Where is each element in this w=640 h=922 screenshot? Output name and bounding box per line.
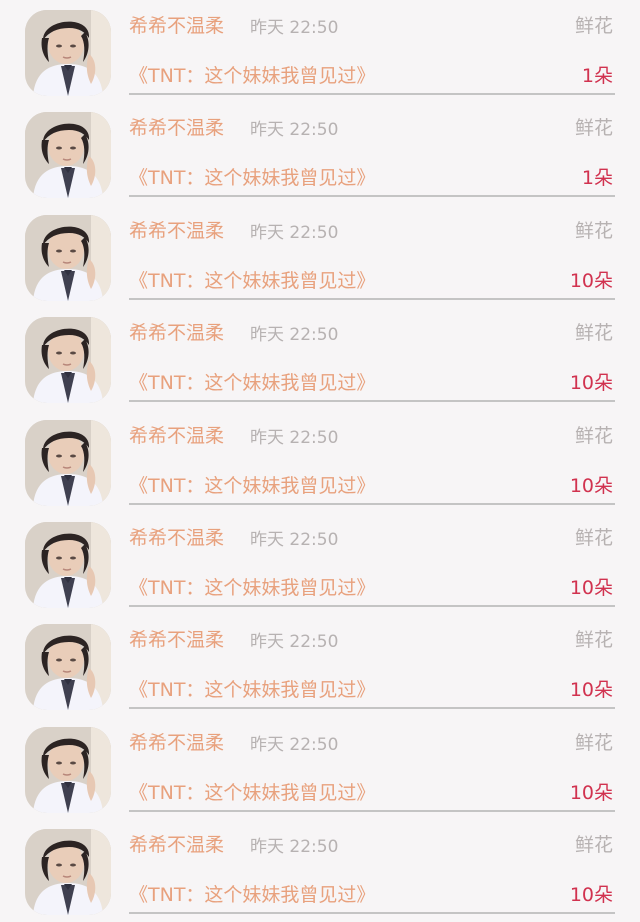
gift-type-label: 鲜花	[574, 834, 613, 857]
gift-record-row[interactable]: 希希不温柔 昨天 22:50 鲜花 《TNT：这个妹妹我曾见过》 10朵	[0, 614, 640, 716]
book-title-link[interactable]: 《TNT：这个妹妹我曾见过》	[129, 164, 375, 192]
username[interactable]: 希希不温柔	[129, 626, 224, 654]
gift-record-row[interactable]: 希希不温柔 昨天 22:50 鲜花 《TNT：这个妹妹我曾见过》 10朵	[0, 512, 640, 614]
gift-record-row[interactable]: 希希不温柔 昨天 22:50 鲜花 《TNT：这个妹妹我曾见过》 10朵	[0, 307, 640, 409]
gift-count: 10朵	[569, 884, 613, 907]
row-divider	[129, 195, 615, 198]
book-title-link[interactable]: 《TNT：这个妹妹我曾见过》	[129, 779, 375, 807]
gift-type-label: 鲜花	[574, 219, 613, 242]
user-avatar[interactable]	[25, 10, 111, 96]
gift-count: 10朵	[569, 269, 613, 292]
gift-type-label: 鲜花	[574, 117, 613, 140]
gift-count: 10朵	[569, 474, 613, 497]
timestamp: 昨天 22:50	[250, 837, 339, 858]
username[interactable]: 希希不温柔	[129, 422, 224, 450]
gift-count: 10朵	[569, 372, 613, 395]
user-avatar-icon	[25, 10, 111, 96]
user-avatar[interactable]	[25, 112, 111, 199]
gift-type-label: 鲜花	[574, 629, 613, 652]
gift-record-row[interactable]: 希希不温柔 昨天 22:50 鲜花 《TNT：这个妹妹我曾见过》 1朵	[0, 0, 640, 102]
timestamp: 昨天 22:50	[250, 120, 339, 141]
timestamp: 昨天 22:50	[250, 734, 339, 755]
gift-count: 1朵	[581, 167, 613, 190]
timestamp: 昨天 22:50	[250, 18, 339, 38]
username[interactable]: 希希不温柔	[129, 12, 224, 40]
user-avatar[interactable]	[25, 317, 111, 404]
username[interactable]: 希希不温柔	[129, 217, 224, 245]
user-avatar-icon	[25, 726, 111, 813]
gift-type-label: 鲜花	[574, 424, 613, 447]
book-title-link[interactable]: 《TNT：这个妹妹我曾见过》	[129, 62, 375, 90]
book-title-link[interactable]: 《TNT：这个妹妹我曾见过》	[129, 369, 375, 397]
gift-count: 10朵	[569, 781, 613, 804]
username[interactable]: 希希不温柔	[129, 524, 224, 552]
gift-count: 10朵	[569, 577, 613, 599]
book-title-link[interactable]: 《TNT：这个妹妹我曾见过》	[129, 574, 375, 602]
book-title-link[interactable]: 《TNT：这个妹妹我曾见过》	[129, 676, 375, 704]
timestamp: 昨天 22:50	[250, 530, 339, 550]
row-divider	[129, 809, 615, 812]
row-divider	[129, 297, 615, 300]
username[interactable]: 希希不温柔	[129, 831, 224, 859]
timestamp: 昨天 22:50	[250, 222, 339, 243]
user-avatar-icon	[25, 317, 111, 404]
user-avatar-icon	[25, 419, 111, 506]
user-avatar-icon	[25, 624, 111, 711]
username[interactable]: 希希不温柔	[129, 319, 224, 347]
gift-count: 1朵	[581, 65, 613, 87]
gift-type-label: 鲜花	[574, 322, 613, 345]
user-avatar[interactable]	[25, 829, 111, 916]
gift-record-row[interactable]: 希希不温柔 昨天 22:50 鲜花 《TNT：这个妹妹我曾见过》 10朵	[0, 205, 640, 307]
timestamp: 昨天 22:50	[250, 427, 339, 448]
gift-count: 10朵	[569, 679, 613, 702]
row-divider	[129, 605, 615, 607]
user-avatar[interactable]	[25, 726, 111, 813]
gift-record-row[interactable]: 希希不温柔 昨天 22:50 鲜花 《TNT：这个妹妹我曾见过》 1朵	[0, 102, 640, 204]
user-avatar-icon	[25, 522, 111, 608]
username[interactable]: 希希不温柔	[129, 729, 224, 757]
user-avatar[interactable]	[25, 522, 111, 608]
gift-record-row[interactable]: 希希不温柔 昨天 22:50 鲜花 《TNT：这个妹妹我曾见过》 10朵	[0, 819, 640, 921]
gift-record-list: 希希不温柔 昨天 22:50 鲜花 《TNT：这个妹妹我曾见过》 1朵 希希不温…	[0, 0, 640, 916]
timestamp: 昨天 22:50	[250, 325, 339, 346]
timestamp: 昨天 22:50	[250, 632, 339, 653]
row-divider	[129, 93, 615, 95]
user-avatar[interactable]	[25, 214, 111, 301]
row-divider	[129, 502, 615, 505]
gift-record-row[interactable]: 希希不温柔 昨天 22:50 鲜花 《TNT：这个妹妹我曾见过》 10朵	[0, 717, 640, 819]
user-avatar-icon	[25, 214, 111, 301]
gift-type-label: 鲜花	[574, 731, 613, 754]
user-avatar-icon	[25, 112, 111, 199]
row-divider	[129, 707, 615, 710]
user-avatar[interactable]	[25, 419, 111, 506]
gift-type-label: 鲜花	[574, 15, 613, 37]
book-title-link[interactable]: 《TNT：这个妹妹我曾见过》	[129, 881, 375, 909]
gift-record-row[interactable]: 希希不温柔 昨天 22:50 鲜花 《TNT：这个妹妹我曾见过》 10朵	[0, 410, 640, 512]
user-avatar-icon	[25, 829, 111, 916]
book-title-link[interactable]: 《TNT：这个妹妹我曾见过》	[129, 267, 375, 295]
row-divider	[129, 400, 615, 403]
username[interactable]: 希希不温柔	[129, 114, 224, 142]
book-title-link[interactable]: 《TNT：这个妹妹我曾见过》	[129, 472, 375, 500]
gift-type-label: 鲜花	[574, 527, 613, 549]
user-avatar[interactable]	[25, 624, 111, 711]
